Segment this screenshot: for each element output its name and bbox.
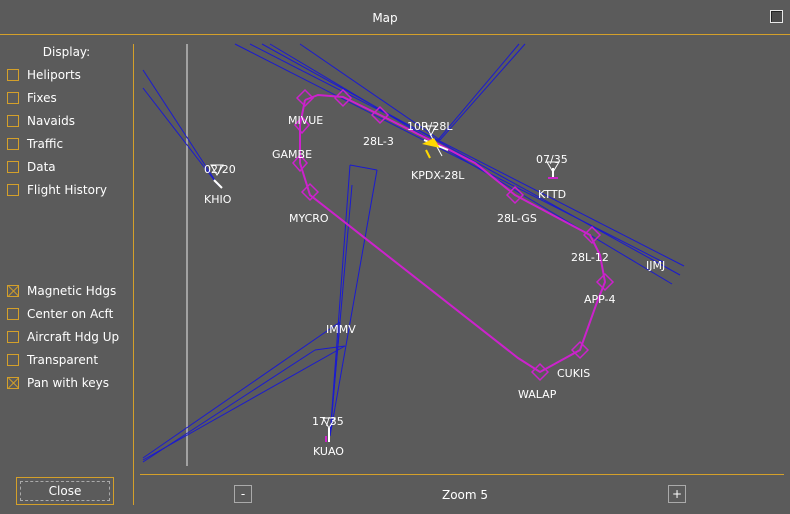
navaid-label-ijmj: IJMJ [646, 259, 665, 272]
option-label: Traffic [27, 137, 64, 151]
zoom-out-button[interactable]: - [234, 485, 252, 503]
close-button-label: Close [48, 484, 82, 498]
zoom-in-button[interactable]: + [668, 485, 686, 503]
runway-label-17-35: 17/35 [312, 415, 344, 428]
traffic-checkbox[interactable] [7, 138, 19, 150]
option-aircraft-hdg-up[interactable]: Aircraft Hdg Up [7, 329, 119, 345]
aircraft-hdg-up-checkbox[interactable] [7, 331, 19, 343]
zoom-in-label: + [671, 487, 683, 501]
fix-label-gambe: GAMBE [272, 148, 312, 161]
transparent-checkbox[interactable] [7, 354, 19, 366]
fix-label-cukis: CUKIS [557, 367, 590, 380]
magnetic-hdgs-checkbox[interactable] [7, 285, 19, 297]
pan-with-keys-checkbox[interactable] [7, 377, 19, 389]
option-label: Heliports [27, 68, 81, 82]
zoom-level-label: Zoom 5 [441, 488, 489, 502]
fix-label-28l-gs: 28L-GS [497, 212, 537, 225]
option-label: Aircraft Hdg Up [27, 330, 120, 344]
zoom-out-label: - [240, 487, 246, 501]
airport-label-khio: KHIO [204, 193, 232, 206]
option-label: Transparent [27, 353, 99, 367]
option-label: Center on Acft [27, 307, 114, 321]
map-bottom-divider [140, 474, 784, 475]
sidebar-divider [133, 44, 134, 505]
runway-label-10r-28l: 10R/28L [407, 120, 453, 133]
option-magnetic-hdgs[interactable]: Magnetic Hdgs [7, 283, 116, 299]
runway-label-07-35: 07/35 [536, 153, 568, 166]
window-close-box[interactable] [770, 10, 783, 23]
fix-markers [292, 88, 615, 382]
fix-label-mycro: MYCRO [289, 212, 329, 225]
option-traffic[interactable]: Traffic [7, 136, 63, 152]
fix-label-app-4: APP-4 [584, 293, 616, 306]
fix-label-walap: WALAP [518, 388, 557, 401]
map-canvas[interactable]: MIVUE GAMBE MYCRO 28L-3 10R/28L KPDX-28L… [140, 42, 784, 472]
option-flight-history[interactable]: Flight History [7, 182, 107, 198]
fixes-checkbox[interactable] [7, 92, 19, 104]
airport-label-kttd: KTTD [538, 188, 566, 201]
close-button[interactable]: Close [16, 477, 114, 505]
option-navaids[interactable]: Navaids [7, 113, 75, 129]
map-window: Map Display: Heliports Fixes Navaids Tra… [0, 0, 790, 514]
option-label: Pan with keys [27, 376, 110, 390]
window-title: Map [372, 11, 398, 25]
heliports-checkbox[interactable] [7, 69, 19, 81]
flight-history-checkbox[interactable] [7, 184, 19, 196]
display-label: Display: [42, 45, 91, 59]
option-label: Navaids [27, 114, 75, 128]
center-on-acft-checkbox[interactable] [7, 308, 19, 320]
runway-label-02-20: 02/20 [204, 163, 236, 176]
option-fixes[interactable]: Fixes [7, 90, 57, 106]
option-heliports[interactable]: Heliports [7, 67, 81, 83]
navaid-label-immv: IMMV [326, 323, 356, 336]
fix-label-28l-12: 28L-12 [571, 251, 609, 264]
option-label: Data [27, 160, 56, 174]
option-label: Fixes [27, 91, 57, 105]
option-data[interactable]: Data [7, 159, 56, 175]
option-pan-with-keys[interactable]: Pan with keys [7, 375, 109, 391]
option-label: Flight History [27, 183, 108, 197]
title-bar[interactable]: Map [0, 0, 790, 35]
option-label: Magnetic Hdgs [27, 284, 117, 298]
option-center-on-acft[interactable]: Center on Acft [7, 306, 113, 322]
navaids-checkbox[interactable] [7, 115, 19, 127]
fix-label-28l-3: 28L-3 [363, 135, 394, 148]
data-checkbox[interactable] [7, 161, 19, 173]
fix-label-kpdx-28l: KPDX-28L [411, 169, 465, 182]
map-view[interactable]: MIVUE GAMBE MYCRO 28L-3 10R/28L KPDX-28L… [140, 42, 784, 472]
fix-label-mivue: MIVUE [288, 114, 323, 127]
option-transparent[interactable]: Transparent [7, 352, 98, 368]
display-sidebar [0, 35, 133, 514]
airport-label-kuao: KUAO [313, 445, 344, 458]
